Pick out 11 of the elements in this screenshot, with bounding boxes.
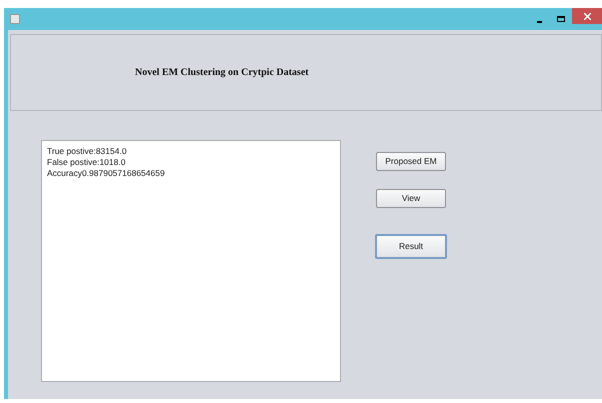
output-line: False postive:1018.0 <box>47 157 126 168</box>
close-icon <box>584 12 590 20</box>
action-button[interactable]: View <box>376 189 446 208</box>
output-text-area[interactable]: True postive:83154.0 False postive:1018.0 Accuracy0.9879057168654659 <box>41 140 341 382</box>
output-line: Accuracy0.9879057168654659 <box>47 168 166 179</box>
app-heading: Novel EM Clustering on Crytpic Dataset <box>135 66 309 80</box>
action-button[interactable]: Result <box>375 234 447 259</box>
java-app-icon <box>10 14 20 24</box>
close-button[interactable] <box>572 8 602 24</box>
output-line: True postive:83154.0 <box>47 146 128 157</box>
action-button[interactable]: Proposed EM <box>376 152 446 171</box>
